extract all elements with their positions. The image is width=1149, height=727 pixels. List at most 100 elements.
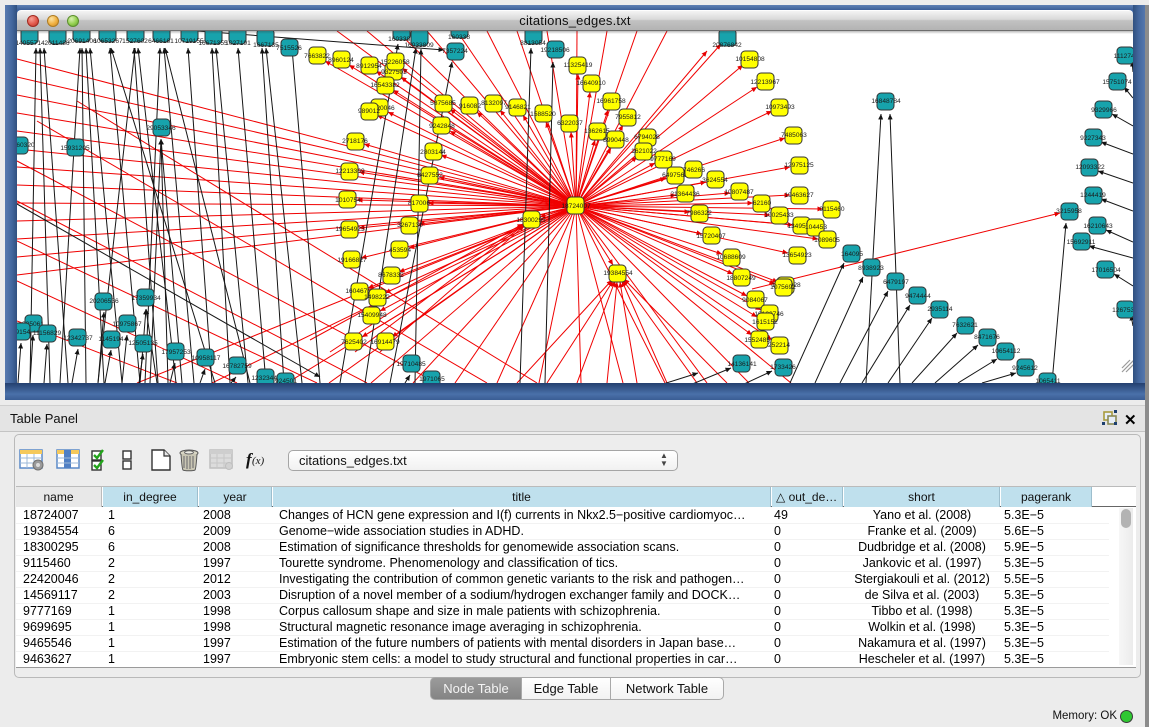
svg-text:16543382: 16543382 bbox=[370, 82, 400, 89]
svg-text:160338: 160338 bbox=[448, 34, 470, 41]
svg-text:164095: 164095 bbox=[841, 251, 863, 258]
svg-text:1971065: 1971065 bbox=[419, 376, 445, 383]
svg-text:1145194: 1145194 bbox=[98, 336, 124, 343]
svg-text:12213967: 12213967 bbox=[750, 79, 780, 86]
svg-text:10973493: 10973493 bbox=[765, 104, 795, 111]
svg-text:19710485: 19710485 bbox=[396, 361, 426, 368]
svg-text:18724007: 18724007 bbox=[561, 203, 591, 210]
svg-text:453594: 453594 bbox=[389, 247, 411, 254]
svg-text:1733426: 1733426 bbox=[770, 364, 796, 371]
svg-text:1089605: 1089605 bbox=[814, 237, 840, 244]
svg-text:9474444: 9474444 bbox=[905, 293, 931, 300]
svg-text:8471676: 8471676 bbox=[974, 334, 1000, 341]
svg-text:13654923: 13654923 bbox=[782, 252, 812, 259]
svg-text:9115460: 9115460 bbox=[819, 206, 845, 213]
svg-text:9084067: 9084067 bbox=[742, 297, 768, 304]
svg-text:7515526: 7515526 bbox=[276, 45, 302, 52]
svg-text:817006: 817006 bbox=[408, 200, 430, 207]
svg-text:15409948: 15409948 bbox=[357, 312, 387, 319]
svg-text:8427552: 8427552 bbox=[417, 172, 443, 179]
svg-text:7986322: 7986322 bbox=[686, 210, 712, 217]
svg-text:16210643: 16210643 bbox=[1083, 223, 1113, 230]
svg-text:1621022: 1621022 bbox=[631, 148, 657, 155]
svg-text:6479197: 6479197 bbox=[883, 279, 909, 286]
svg-text:2718176: 2718176 bbox=[342, 138, 368, 145]
svg-text:17957253: 17957253 bbox=[161, 349, 191, 356]
svg-text:10653267: 10653267 bbox=[93, 38, 123, 45]
svg-text:19218506: 19218506 bbox=[540, 47, 570, 54]
svg-text:7485063: 7485063 bbox=[781, 132, 807, 139]
svg-text:12505135: 12505135 bbox=[128, 340, 158, 347]
svg-text:15226058: 15226058 bbox=[380, 59, 410, 66]
svg-text:20876842: 20876842 bbox=[712, 42, 742, 49]
svg-text:1362615: 1362615 bbox=[584, 128, 610, 135]
svg-text:1498222: 1498222 bbox=[364, 294, 390, 301]
svg-text:2935114: 2935114 bbox=[927, 306, 953, 313]
svg-text:6794028: 6794028 bbox=[634, 134, 660, 141]
svg-text:10807487: 10807487 bbox=[724, 189, 754, 196]
svg-text:14136141: 14136141 bbox=[727, 361, 757, 368]
svg-text:(x): (x) bbox=[252, 455, 265, 467]
svg-text:26260320: 26260320 bbox=[17, 142, 35, 149]
svg-text:10975867: 10975867 bbox=[112, 321, 142, 328]
svg-text:15931205: 15931205 bbox=[60, 145, 90, 152]
svg-text:6466161: 6466161 bbox=[148, 38, 174, 45]
svg-text:7632621: 7632621 bbox=[952, 322, 978, 329]
svg-text:9777169: 9777169 bbox=[650, 156, 676, 163]
svg-text:1027191: 1027191 bbox=[225, 40, 251, 47]
svg-text:3624554: 3624554 bbox=[702, 177, 728, 184]
svg-text:16671355: 16671355 bbox=[198, 40, 228, 47]
svg-text:11156829: 11156829 bbox=[33, 330, 62, 337]
svg-text:20206536: 20206536 bbox=[89, 298, 119, 305]
svg-text:16914479: 16914479 bbox=[370, 339, 400, 346]
svg-text:16640910: 16640910 bbox=[576, 80, 606, 87]
svg-text:10025433: 10025433 bbox=[764, 212, 794, 219]
svg-text:2803144: 2803144 bbox=[420, 149, 446, 156]
svg-text:39154: 39154 bbox=[17, 329, 30, 336]
svg-text:8132097: 8132097 bbox=[481, 100, 507, 107]
svg-text:15751074: 15751074 bbox=[1102, 79, 1132, 86]
svg-text:18807249: 18807249 bbox=[726, 275, 756, 282]
svg-text:21364436: 21364436 bbox=[670, 191, 700, 198]
svg-text:1075692: 1075692 bbox=[770, 284, 796, 291]
svg-text:1244419: 1244419 bbox=[1080, 192, 1106, 199]
svg-text:252214: 252214 bbox=[768, 342, 790, 349]
svg-text:12093322: 12093322 bbox=[1075, 164, 1105, 171]
svg-text:14055714: 14055714 bbox=[17, 40, 45, 47]
svg-text:9245612: 9245612 bbox=[1012, 365, 1038, 372]
svg-text:8990448: 8990448 bbox=[603, 137, 629, 144]
svg-text:12975125: 12975125 bbox=[784, 162, 814, 169]
svg-text:10688609: 10688609 bbox=[716, 254, 746, 261]
svg-text:62160: 62160 bbox=[753, 200, 772, 207]
svg-text:7357224: 7357224 bbox=[442, 48, 468, 55]
svg-text:9242848: 9242848 bbox=[429, 123, 455, 130]
svg-text:104453: 104453 bbox=[805, 224, 827, 231]
svg-text:7955812: 7955812 bbox=[615, 114, 641, 121]
svg-text:17016504: 17016504 bbox=[1091, 267, 1121, 274]
svg-text:1010754: 1010754 bbox=[335, 197, 361, 204]
svg-text:19384554: 19384554 bbox=[603, 270, 633, 277]
svg-text:3215958: 3215958 bbox=[1056, 208, 1082, 215]
svg-text:19463627: 19463627 bbox=[784, 192, 814, 199]
svg-text:11325419: 11325419 bbox=[564, 62, 593, 69]
svg-text:19166827: 19166827 bbox=[337, 257, 367, 264]
svg-text:746266: 746266 bbox=[683, 167, 705, 174]
svg-text:10154808: 10154808 bbox=[735, 56, 765, 63]
svg-text:15720407: 15720407 bbox=[696, 233, 726, 240]
svg-text:15692911: 15692911 bbox=[1067, 239, 1096, 246]
svg-text:9227343: 9227343 bbox=[1080, 135, 1106, 142]
svg-text:2011486: 2011486 bbox=[44, 40, 70, 47]
svg-text:12342737: 12342737 bbox=[63, 335, 93, 342]
svg-text:18300295: 18300295 bbox=[516, 217, 546, 224]
svg-text:17359934: 17359934 bbox=[131, 295, 161, 302]
svg-text:16961758: 16961758 bbox=[596, 98, 626, 105]
svg-text:924501: 924501 bbox=[275, 378, 297, 383]
svg-text:1527602: 1527602 bbox=[122, 38, 148, 45]
svg-text:8813054: 8813054 bbox=[520, 40, 546, 47]
svg-text:1588520: 1588520 bbox=[530, 111, 556, 118]
svg-text:10654112: 10654112 bbox=[992, 348, 1021, 355]
svg-text:8912954: 8912954 bbox=[356, 63, 382, 70]
svg-text:916082: 916082 bbox=[459, 103, 481, 110]
svg-text:7625402: 7625402 bbox=[341, 339, 367, 346]
svg-text:1615152: 1615152 bbox=[752, 319, 778, 326]
